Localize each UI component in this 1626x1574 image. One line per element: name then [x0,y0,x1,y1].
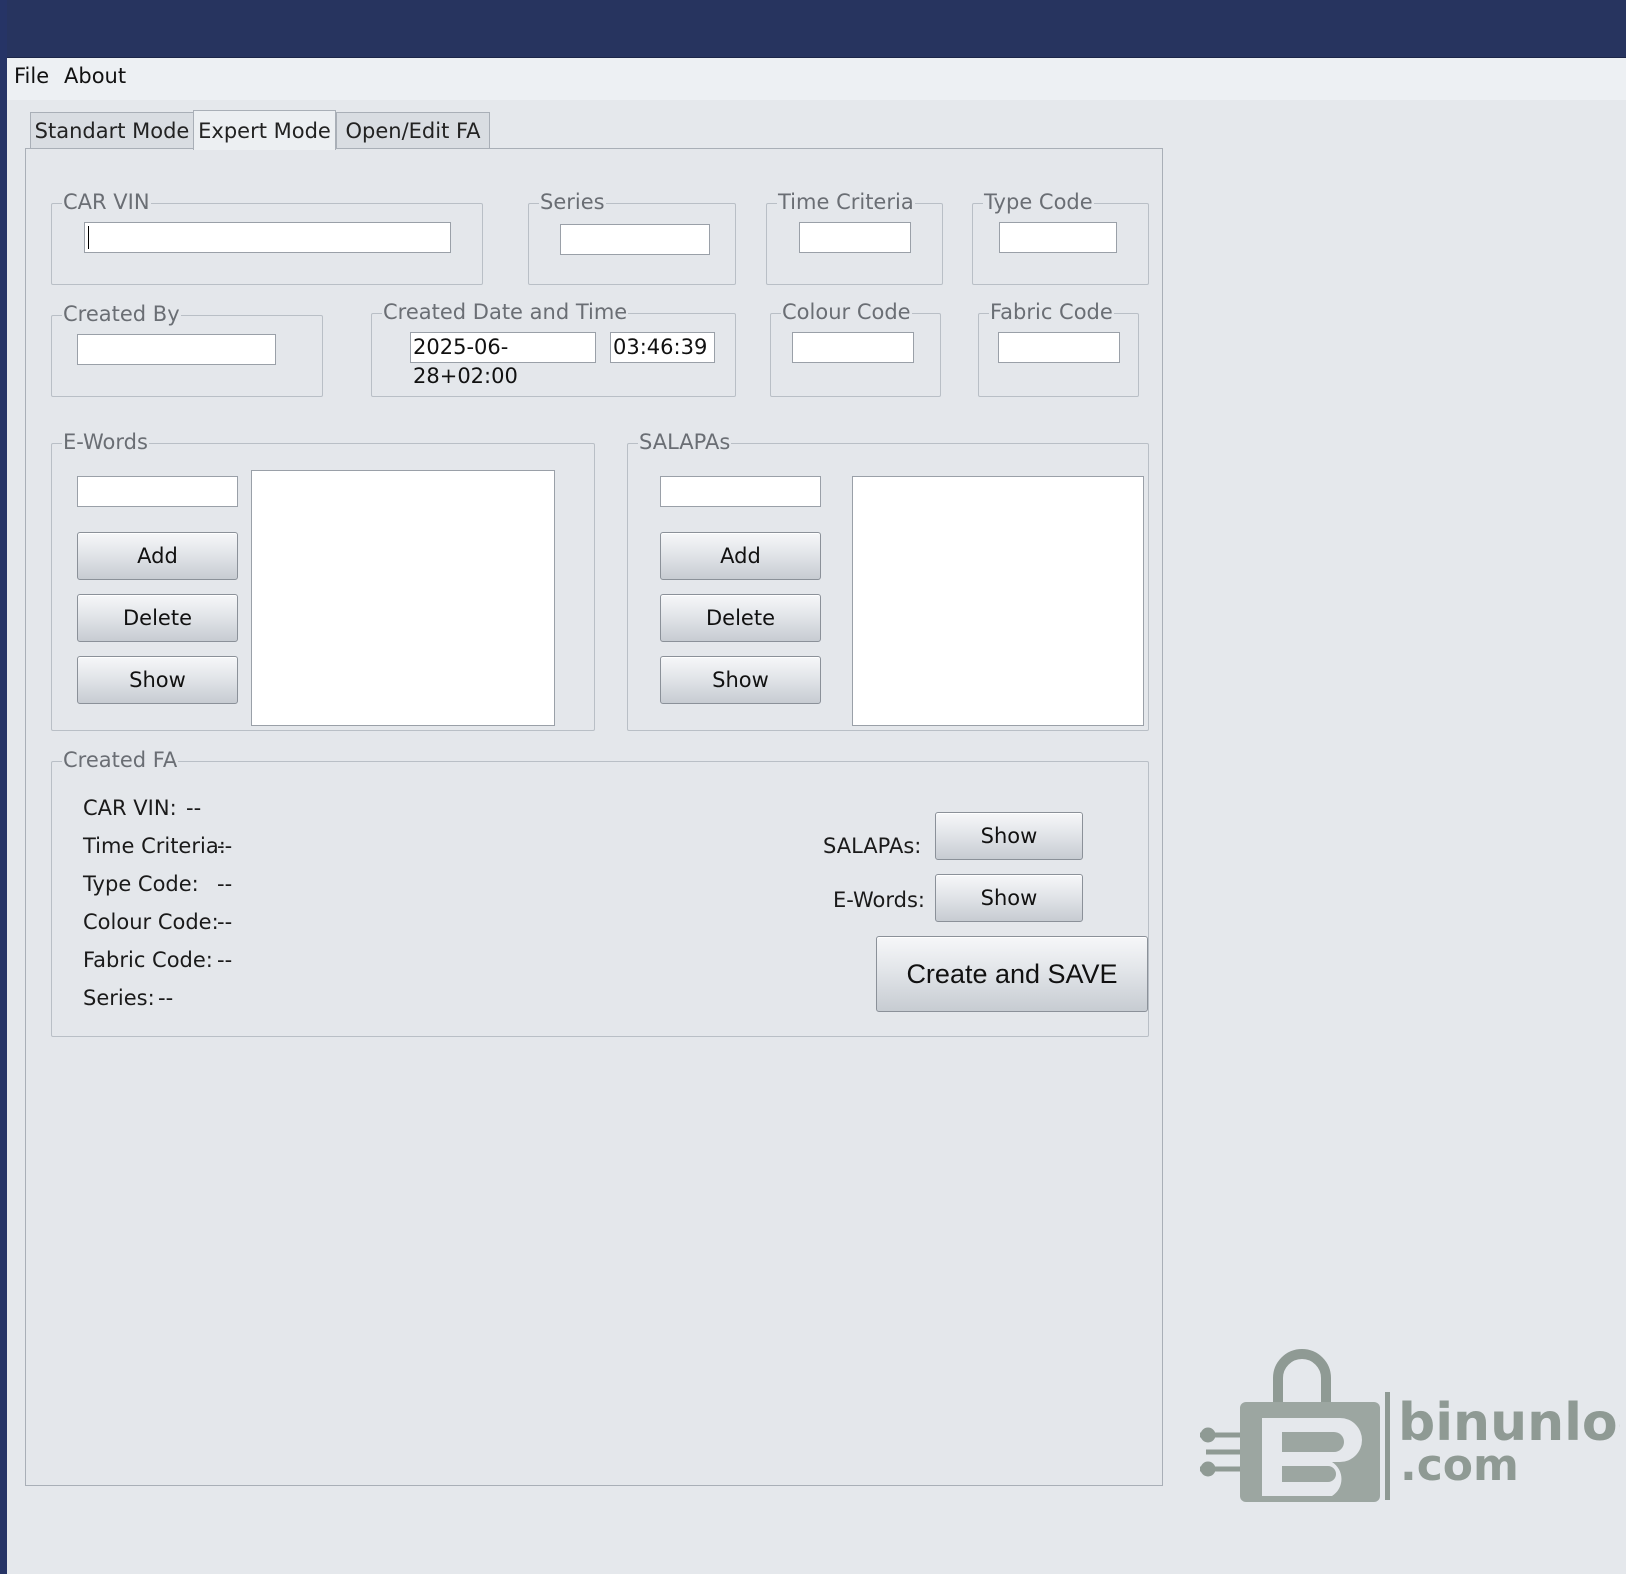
created-datetime-label: Created Date and Time [382,300,629,324]
car-vin-label: CAR VIN [62,190,151,214]
salapas-group: SALAPAs Add Delete Show [627,430,1149,731]
series-input[interactable] [560,224,710,255]
fa-time-criteria-label: Time Criteria: [83,834,226,858]
tab-open-edit-fa[interactable]: Open/Edit FA [336,112,490,148]
fa-car-vin-label: CAR VIN: [83,796,177,820]
menu-bar: File About [7,58,1626,100]
colour-code-group: Colour Code [770,300,941,397]
salapas-delete-button[interactable]: Delete [660,594,821,642]
car-vin-input[interactable] [84,222,451,253]
created-by-input[interactable] [77,334,276,365]
binunlock-watermark: binunlock .com [1200,1340,1626,1510]
type-code-group: Type Code [972,190,1149,285]
text-caret [88,226,89,249]
ewords-add-button[interactable]: Add [77,532,238,580]
create-and-save-button[interactable]: Create and SAVE [876,936,1148,1012]
time-criteria-label: Time Criteria [777,190,915,214]
fa-series-label: Series: [83,986,155,1010]
fa-time-criteria-value: -- [217,834,233,858]
fa-ewords-show-button[interactable]: Show [935,874,1083,922]
colour-code-input[interactable] [792,332,914,363]
fa-type-code-label: Type Code: [83,872,199,896]
menu-about[interactable]: About [64,64,126,88]
salapas-label: SALAPAs [638,430,732,454]
series-label: Series [539,190,606,214]
ewords-group: E-Words Add Delete Show [51,430,595,731]
colour-code-label: Colour Code [781,300,912,324]
watermark-text-2: .com [1400,1440,1519,1491]
ewords-delete-button[interactable]: Delete [77,594,238,642]
menu-file[interactable]: File [14,64,49,88]
salapas-input[interactable] [660,476,821,507]
fa-type-code-value: -- [217,872,233,896]
created-fa-group: Created FA CAR VIN: -- Time Criteria: --… [51,748,1149,1037]
created-by-label: Created By [62,302,181,326]
type-code-label: Type Code [983,190,1094,214]
expert-mode-panel: CAR VIN Series Time Criteria Type Code C… [25,148,1163,1486]
fa-fabric-code-label: Fabric Code: [83,948,213,972]
fa-colour-code-value: -- [217,910,233,934]
created-datetime-group: Created Date and Time 2025-06-28+02:00 0… [371,300,736,397]
fa-colour-code-label: Colour Code: [83,910,219,934]
fa-car-vin-value: -- [186,796,202,820]
fa-series-value: -- [158,986,174,1010]
fa-salapas-show-button[interactable]: Show [935,812,1083,860]
binunlock-logo-icon: binunlock .com [1200,1349,1626,1502]
fa-fabric-code-value: -- [217,948,233,972]
created-date-input[interactable]: 2025-06-28+02:00 [410,332,596,388]
time-criteria-input[interactable] [799,222,911,253]
time-criteria-group: Time Criteria [766,190,943,285]
fa-salapas-label: SALAPAs: [823,834,922,858]
fa-ewords-label: E-Words: [833,888,925,912]
ewords-show-button[interactable]: Show [77,656,238,704]
salapas-show-button[interactable]: Show [660,656,821,704]
window-left-border [0,0,7,1574]
ewords-listbox[interactable] [251,470,555,726]
fabric-code-group: Fabric Code [978,300,1139,397]
created-time-input[interactable]: 03:46:39 [610,332,715,363]
created-by-group: Created By [51,302,323,397]
salapas-add-button[interactable]: Add [660,532,821,580]
series-group: Series [528,190,736,285]
tab-standart-mode[interactable]: Standart Mode [30,112,194,148]
salapas-listbox[interactable] [852,476,1144,726]
car-vin-group: CAR VIN [51,190,483,285]
type-code-input[interactable] [999,222,1117,253]
title-bar [0,0,1626,58]
fabric-code-input[interactable] [998,332,1120,363]
fabric-code-label: Fabric Code [989,300,1114,324]
created-fa-label: Created FA [62,748,179,772]
ewords-label: E-Words [62,430,149,454]
ewords-input[interactable] [77,476,238,507]
tab-expert-mode[interactable]: Expert Mode [193,110,336,150]
